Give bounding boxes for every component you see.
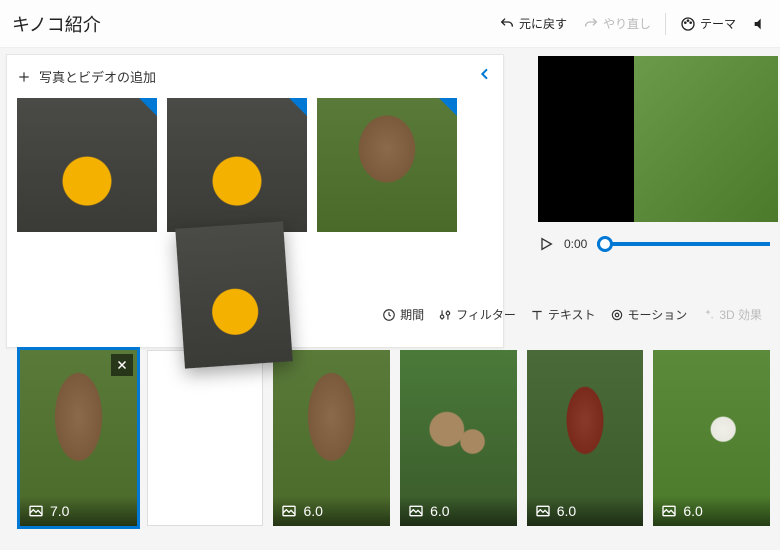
image-icon (28, 503, 44, 519)
project-title: キノコ紹介 (12, 11, 101, 37)
library-thumb[interactable] (17, 98, 157, 232)
storyboard-clip[interactable]: 6.0 (400, 350, 517, 526)
preview-panel: 0:00 (504, 48, 780, 348)
image-icon (535, 503, 551, 519)
motion-icon (610, 308, 624, 322)
palette-icon (680, 16, 696, 32)
clip-tools: 期間 フィルター テキスト モーション 3D 効果 (300, 306, 772, 323)
corner-marker-icon (289, 98, 307, 116)
text-icon (530, 308, 544, 322)
library-thumb[interactable] (317, 98, 457, 232)
duration-tool[interactable]: 期間 (382, 306, 424, 323)
speaker-icon (752, 16, 768, 32)
storyboard-clip[interactable]: 7.0 (20, 350, 137, 526)
remove-clip-button[interactable] (111, 354, 133, 376)
playback-time: 0:00 (564, 237, 587, 251)
motion-tool[interactable]: モーション (610, 306, 688, 323)
corner-marker-icon (439, 98, 457, 116)
redo-icon (583, 16, 599, 32)
clip-duration: 6.0 (683, 503, 702, 519)
image-icon (661, 503, 677, 519)
clip-duration: 6.0 (557, 503, 576, 519)
dragged-thumb[interactable] (175, 221, 293, 368)
topbar: キノコ紹介 元に戻す やり直し テーマ (0, 0, 780, 48)
text-tool[interactable]: テキスト (530, 306, 596, 323)
playback-slider[interactable] (597, 242, 770, 246)
redo-button: やり直し (575, 11, 659, 36)
storyboard-placeholder[interactable] (147, 350, 264, 526)
play-button[interactable] (538, 236, 554, 252)
clock-icon (382, 308, 396, 322)
add-media-button[interactable]: 写真とビデオの追加 (17, 67, 156, 86)
slider-knob[interactable] (597, 236, 613, 252)
storyboard: 7.0 6.0 6.0 6.0 6.0 (0, 340, 780, 550)
plus-icon (17, 70, 31, 84)
clip-duration: 6.0 (430, 503, 449, 519)
preview-frame (538, 56, 778, 222)
3d-effects-tool: 3D 効果 (701, 306, 762, 323)
storyboard-clip[interactable]: 6.0 (653, 350, 770, 526)
storyboard-clip[interactable]: 6.0 (527, 350, 644, 526)
undo-button[interactable]: 元に戻す (491, 11, 575, 36)
filter-icon (438, 308, 452, 322)
sparkle-icon (701, 308, 715, 322)
library-thumb[interactable] (167, 98, 307, 232)
collapse-chevron-icon[interactable] (477, 65, 493, 88)
filter-tool[interactable]: フィルター (438, 306, 516, 323)
clip-duration: 6.0 (303, 503, 322, 519)
theme-button[interactable]: テーマ (672, 11, 744, 36)
image-icon (408, 503, 424, 519)
clip-duration: 7.0 (50, 503, 69, 519)
storyboard-clip[interactable]: 6.0 (273, 350, 390, 526)
volume-button[interactable] (744, 12, 768, 36)
corner-marker-icon (139, 98, 157, 116)
undo-icon (499, 16, 515, 32)
image-icon (281, 503, 297, 519)
close-icon (116, 359, 128, 371)
